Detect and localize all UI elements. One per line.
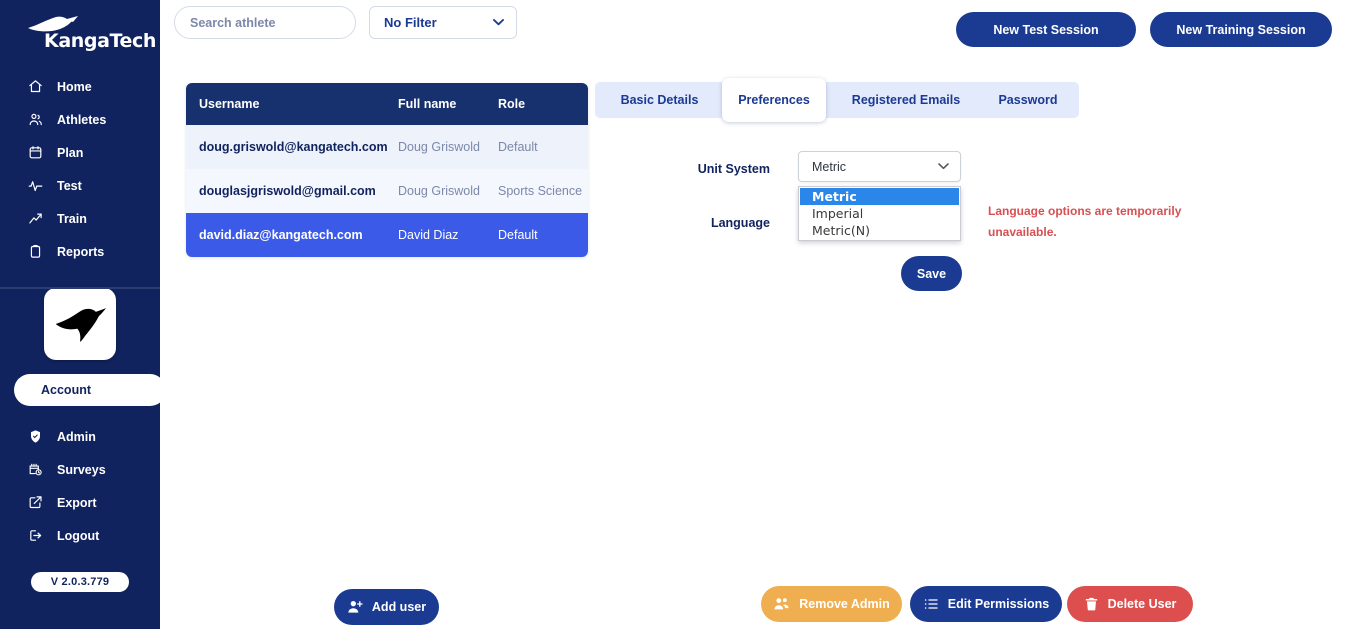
sidebar-item-label: Home — [57, 79, 92, 94]
top-bar: No Filter New Test Session New Training … — [160, 0, 1368, 60]
sidebar-divider — [0, 287, 160, 289]
cell-full-name: David Diaz — [398, 228, 459, 242]
sidebar-item-label: Admin — [57, 429, 96, 444]
dropdown-option-metric[interactable]: Metric — [800, 188, 959, 205]
cell-full-name: Doug Griswold — [398, 184, 480, 198]
sidebar-item-plan[interactable]: Plan — [0, 136, 160, 169]
shield-icon — [27, 429, 43, 445]
sidebar-item-label: Surveys — [57, 462, 106, 477]
unit-system-dropdown-list[interactable]: Metric Imperial Metric(N) — [798, 186, 961, 241]
filter-select-wrap: No Filter — [369, 6, 517, 39]
sidebar-item-reports[interactable]: Reports — [0, 235, 160, 268]
remove-admin-button[interactable]: Remove Admin — [761, 586, 902, 622]
clipboard-icon — [27, 244, 43, 260]
edit-permissions-label: Edit Permissions — [947, 597, 1050, 611]
sidebar-secondary-nav: Admin Surveys Export Logout — [0, 420, 160, 552]
sidebar-item-home[interactable]: Home — [0, 70, 160, 103]
user-plus-icon — [348, 601, 363, 613]
chevron-down-icon — [938, 163, 949, 170]
table-row-selected[interactable]: david.diaz@kangatech.com David Diaz Defa… — [186, 213, 588, 257]
table-row[interactable]: doug.griswold@kangatech.com Doug Griswol… — [186, 125, 588, 169]
sidebar: KangaTech Home Athletes Plan Test Train … — [0, 0, 166, 629]
version-badge: V 2.0.3.779 — [30, 572, 130, 592]
avatar[interactable] — [0, 288, 160, 360]
search-input[interactable] — [174, 6, 356, 39]
cell-role: Sports Science — [498, 184, 583, 198]
unit-system-select[interactable]: Metric — [798, 151, 961, 182]
sidebar-item-label: Export — [57, 495, 97, 510]
sidebar-item-logout[interactable]: Logout — [0, 519, 160, 552]
sidebar-item-export[interactable]: Export — [0, 486, 160, 519]
people-icon — [27, 112, 43, 128]
new-training-session-button[interactable]: New Training Session — [1150, 12, 1332, 47]
new-test-session-button[interactable]: New Test Session — [956, 12, 1136, 47]
remove-admin-label: Remove Admin — [799, 597, 890, 611]
sidebar-item-admin[interactable]: Admin — [0, 420, 160, 453]
column-header-username: Username — [199, 97, 260, 111]
filter-select[interactable]: No Filter — [369, 6, 517, 39]
sidebar-item-label: Account — [41, 383, 91, 397]
save-button[interactable]: Save — [901, 256, 962, 291]
trend-up-icon — [27, 211, 43, 227]
export-icon — [27, 495, 43, 511]
home-icon — [27, 79, 43, 95]
sidebar-item-train[interactable]: Train — [0, 202, 160, 235]
sidebar-item-label: Logout — [57, 528, 100, 543]
tab-preferences[interactable]: Preferences — [722, 78, 826, 122]
edit-permissions-button[interactable]: Edit Permissions — [910, 586, 1062, 622]
users-icon — [774, 598, 789, 610]
dropdown-option-metric-n[interactable]: Metric(N) — [800, 222, 959, 239]
cell-username: douglasjgriswold@gmail.com — [199, 184, 376, 198]
table-header-row: Username Full name Role — [186, 83, 588, 125]
trash-icon — [1085, 597, 1097, 611]
sidebar-item-surveys[interactable]: Surveys — [0, 453, 160, 486]
sidebar-item-test[interactable]: Test — [0, 169, 160, 202]
kangaroo-avatar-icon — [55, 308, 107, 342]
sidebar-primary-nav: Home Athletes Plan Test Train Reports — [0, 70, 160, 268]
survey-calendar-icon — [27, 462, 43, 478]
cell-role: Default — [498, 228, 538, 242]
logout-icon — [27, 528, 43, 544]
pulse-icon — [27, 178, 43, 194]
dropdown-option-imperial[interactable]: Imperial — [800, 205, 959, 222]
sidebar-item-label: Test — [57, 178, 82, 193]
add-user-button[interactable]: Add user — [334, 589, 439, 625]
sidebar-item-account[interactable]: Account — [14, 374, 166, 416]
list-icon — [924, 599, 938, 609]
user-table: Username Full name Role doug.griswold@ka… — [186, 83, 588, 257]
sidebar-item-label: Reports — [57, 244, 105, 259]
cell-role: Default — [498, 140, 538, 154]
version-badge-wrap: V 2.0.3.779 — [0, 572, 160, 592]
calendar-icon — [27, 145, 43, 161]
tab-password[interactable]: Password — [983, 82, 1073, 118]
brand-logo[interactable]: KangaTech — [0, 0, 160, 62]
language-label: Language — [710, 216, 770, 230]
add-user-label: Add user — [371, 600, 427, 614]
sidebar-item-label: Athletes — [57, 112, 107, 127]
column-header-role: Role — [498, 97, 526, 111]
unit-system-selected-value: Metric — [812, 159, 847, 174]
cell-username: david.diaz@kangatech.com — [199, 228, 363, 242]
cell-username: doug.griswold@kangatech.com — [199, 140, 388, 154]
tab-bar: Basic Details Preferences Registered Ema… — [595, 78, 1079, 122]
sidebar-item-athletes[interactable]: Athletes — [0, 103, 160, 136]
unit-system-label: Unit System — [697, 162, 770, 176]
brand-name: KangaTech — [44, 30, 157, 52]
tab-basic-details[interactable]: Basic Details — [603, 82, 716, 118]
delete-user-button[interactable]: Delete User — [1067, 586, 1193, 622]
column-header-full-name: Full name — [398, 97, 457, 111]
sidebar-item-label: Train — [57, 211, 87, 226]
table-row[interactable]: douglasjgriswold@gmail.com Doug Griswold… — [186, 169, 588, 213]
delete-user-label: Delete User — [1107, 597, 1177, 611]
cell-full-name: Doug Griswold — [398, 140, 480, 154]
sidebar-item-label: Plan — [57, 145, 84, 160]
language-unavailable-warning: Language options are temporarily unavail… — [988, 204, 1182, 239]
tab-registered-emails[interactable]: Registered Emails — [835, 82, 977, 118]
